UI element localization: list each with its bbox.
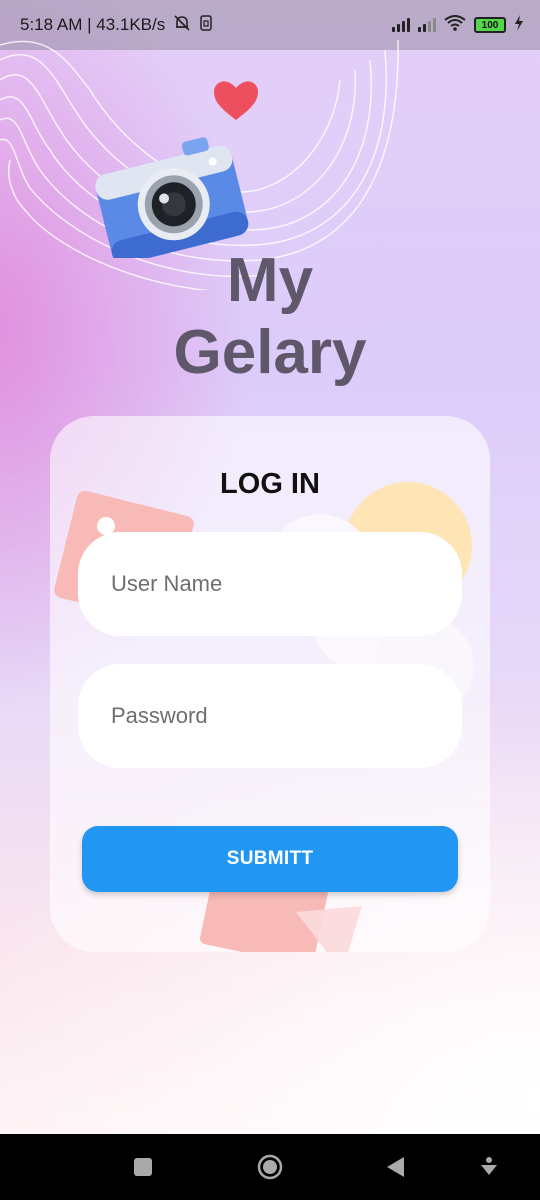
wifi-icon: [444, 14, 466, 36]
title-line-2: Gelary: [173, 318, 367, 387]
app-title: My Gelary: [0, 245, 540, 389]
back-icon[interactable]: [380, 1152, 410, 1182]
submit-button[interactable]: SUBMITT: [82, 826, 458, 892]
home-icon[interactable]: [255, 1152, 285, 1182]
password-field[interactable]: [78, 664, 462, 768]
mute-bell-icon: [173, 14, 191, 37]
charging-icon: [514, 14, 524, 36]
navigation-bar: [0, 1134, 540, 1200]
status-left: 5:18 AM | 43.1KB/s: [20, 14, 213, 37]
sim-icon: [199, 14, 213, 37]
status-right: 100: [392, 14, 524, 36]
recent-apps-icon[interactable]: [128, 1152, 158, 1182]
heart-icon: [214, 81, 258, 120]
username-field[interactable]: [78, 532, 462, 636]
battery-icon: 100: [474, 17, 506, 33]
camera-illustration: [95, 81, 258, 258]
signal-icon: [392, 18, 410, 32]
login-card: LOG IN SUBMITT: [50, 416, 490, 952]
login-screen: 5:18 AM | 43.1KB/s 100 My Gelary LOG IN …: [0, 0, 540, 1200]
login-title: LOG IN: [220, 468, 320, 500]
assist-icon[interactable]: [474, 1152, 504, 1182]
battery-level: 100: [481, 19, 499, 31]
signal-icon: [418, 18, 436, 32]
title-line-1: My: [226, 246, 314, 315]
status-time-speed: 5:18 AM | 43.1KB/s: [20, 15, 166, 34]
